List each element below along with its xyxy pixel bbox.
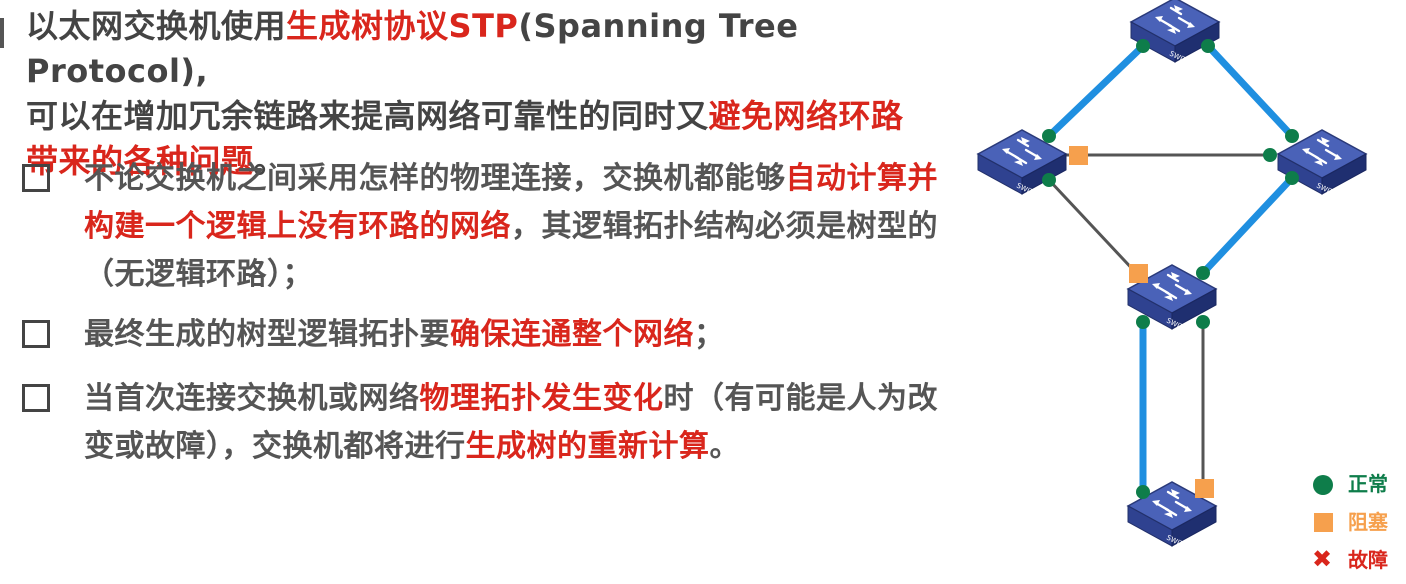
port-normal <box>1201 39 1215 53</box>
bullet-highlight: 物理拓扑发生变化 <box>419 381 664 416</box>
bullet-text: 。 <box>709 429 740 464</box>
bullet-item: 当首次连接交换机或网络物理拓扑发生变化时（有可能是人为改变或故障），交换机都将进… <box>20 375 960 471</box>
bullet-text: 不论交换机之间采用怎样的物理连接，交换机都能够 <box>84 161 786 196</box>
intro-highlight-stp: 生成树协议STP <box>286 7 519 45</box>
intro-text-2: 可以在增加冗余链路来提高网络可靠性的同时又 <box>26 97 709 135</box>
port-normal <box>1136 39 1150 53</box>
link-active <box>1199 174 1296 277</box>
switch-top: SWITCH <box>1129 0 1221 69</box>
legend-label: 正常 <box>1348 472 1388 496</box>
intro-text-1: 以太网交换机使用 <box>26 7 287 45</box>
legend-item-normal: 正常 <box>1308 470 1406 508</box>
legend: 正常 阻塞 ✖ 故障 <box>1308 470 1406 584</box>
port-normal <box>1263 148 1277 162</box>
checkbox-icon <box>22 384 50 412</box>
bullet-item: 最终生成的树型逻辑拓扑要确保连通整个网络； <box>20 311 960 359</box>
legend-label: 故障 <box>1348 548 1388 572</box>
port-normal <box>1042 129 1056 143</box>
normal-dot-icon <box>1313 475 1333 495</box>
bullet-text: ； <box>694 317 725 352</box>
checkbox-icon <box>22 164 50 192</box>
legend-item-blocked: 阻塞 <box>1308 508 1406 546</box>
bullet-highlight: 确保连通整个网络 <box>450 317 694 352</box>
link-active <box>1045 42 1147 140</box>
port-blocked <box>1195 479 1214 498</box>
intro-highlight-avoid-loop: 避免网络环路 <box>708 97 904 135</box>
left-accent-bar <box>0 18 4 48</box>
port-blocked <box>1069 146 1088 165</box>
port-normal <box>1196 315 1210 329</box>
port-normal <box>1285 129 1299 143</box>
bullet-highlight: 生成树的重新计算 <box>465 429 710 464</box>
legend-item-fault: ✖ 故障 <box>1308 545 1406 584</box>
port-blocked <box>1129 264 1148 283</box>
port-normal <box>1285 171 1299 185</box>
port-normal <box>1136 315 1150 329</box>
fault-x-icon: ✖ <box>1312 545 1333 573</box>
blocked-square-icon <box>1314 513 1333 532</box>
bullet-list: 不论交换机之间采用怎样的物理连接，交换机都能够自动计算并构建一个逻辑上没有环路的… <box>20 155 960 471</box>
link-blocked <box>1047 178 1140 277</box>
port-normal <box>1196 266 1210 280</box>
port-normal <box>1136 485 1150 499</box>
legend-label: 阻塞 <box>1348 510 1388 534</box>
bullet-item: 不论交换机之间采用怎样的物理连接，交换机都能够自动计算并构建一个逻辑上没有环路的… <box>20 155 960 299</box>
bullet-text: 当首次连接交换机或网络 <box>84 381 420 416</box>
bullet-text: 最终生成的树型逻辑拓扑要 <box>84 317 450 352</box>
link-active <box>1204 42 1296 140</box>
port-normal <box>1042 173 1056 187</box>
checkbox-icon <box>22 320 50 348</box>
